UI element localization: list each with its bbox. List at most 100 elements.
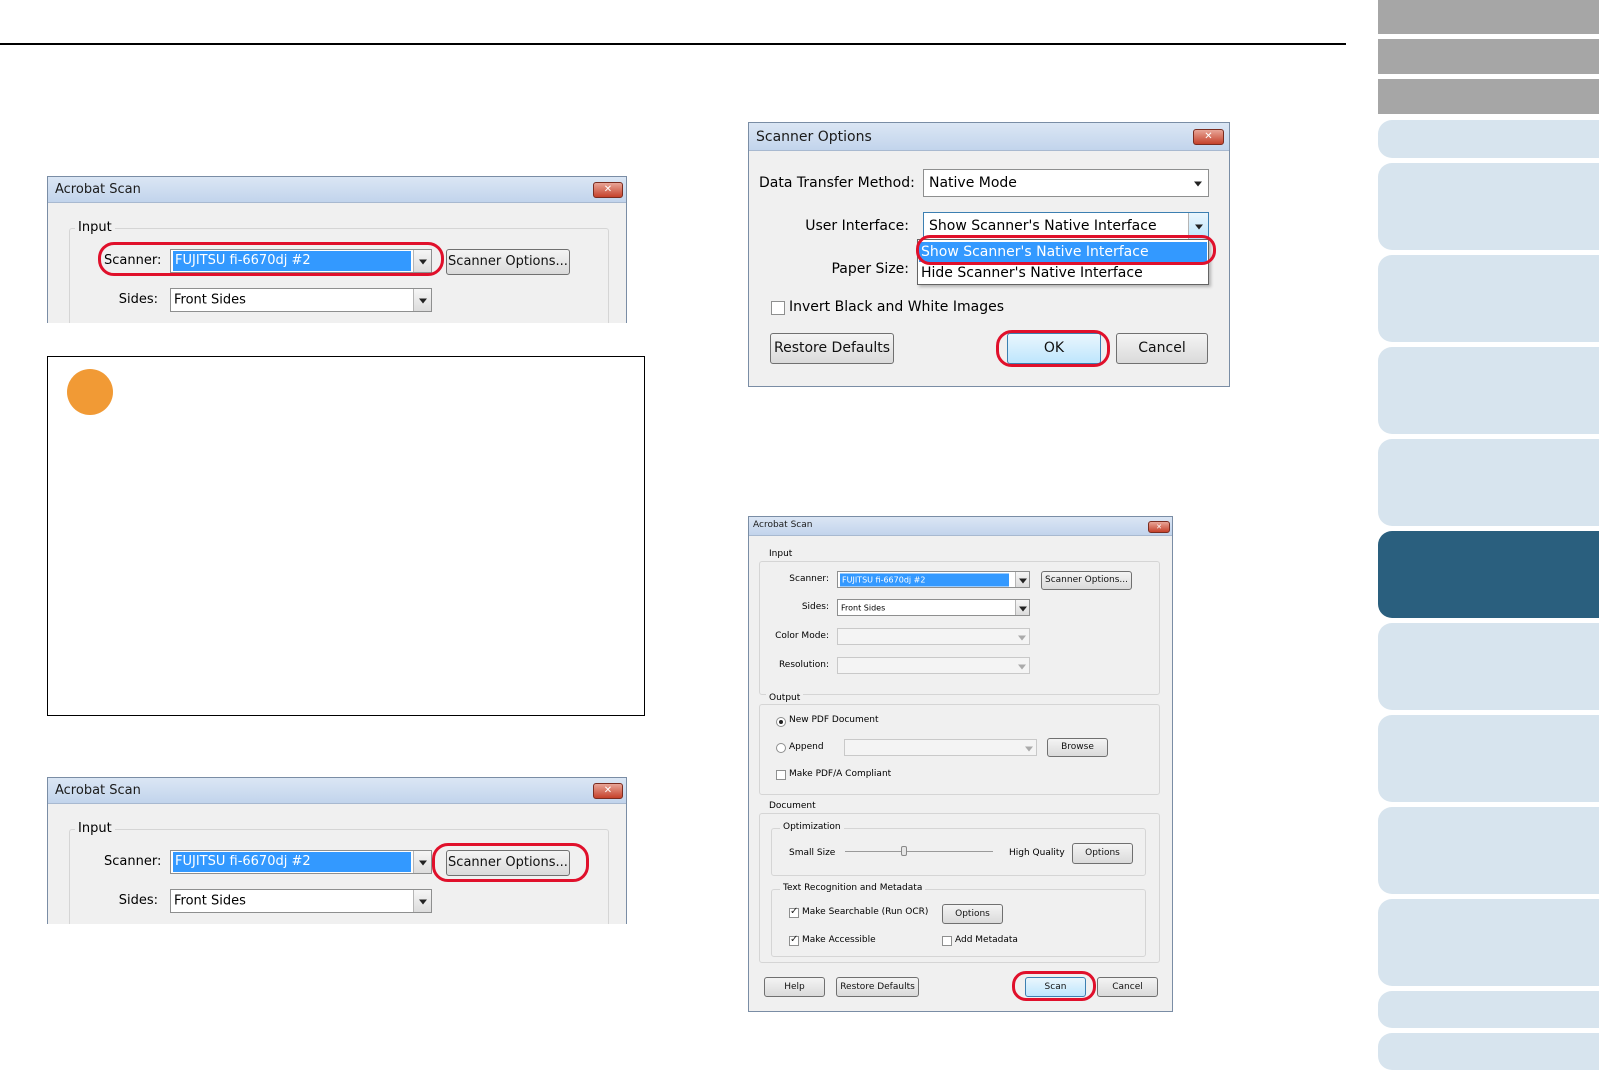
nav-tab-3[interactable]	[1378, 255, 1599, 342]
chevron-down-icon[interactable]	[1015, 572, 1029, 587]
dialog-title: Scanner Options	[756, 129, 872, 145]
nav-tab-2[interactable]	[1378, 163, 1599, 250]
chevron-down-icon	[1022, 740, 1036, 755]
nav-tab-11[interactable]	[1378, 991, 1599, 1028]
nav-tab-active[interactable]	[1378, 531, 1599, 618]
scanner-options-button[interactable]: Scanner Options...	[446, 249, 570, 275]
dialog-title: Acrobat Scan	[753, 520, 813, 530]
note-box	[47, 356, 645, 716]
pdfa-checkbox[interactable]	[776, 770, 786, 780]
cancel-button[interactable]: Cancel	[1097, 977, 1158, 997]
scanner-options-button[interactable]: Scanner Options...	[446, 850, 570, 876]
scanner-label: Scanner:	[104, 253, 162, 268]
nav-tab-gray-1[interactable]	[1378, 0, 1599, 34]
header-rule	[0, 43, 1346, 45]
scanner-value: FUJITSU fi-6670dj #2	[173, 852, 411, 872]
chevron-down-icon[interactable]	[1015, 600, 1029, 615]
optimization-options-button[interactable]: Options	[1072, 843, 1133, 864]
dialog-titlebar: Acrobat Scan ✕	[48, 177, 626, 203]
sides-value: Front Sides	[174, 292, 246, 308]
attention-icon	[67, 369, 113, 415]
close-icon[interactable]: ✕	[1193, 129, 1224, 145]
data-transfer-value: Native Mode	[929, 175, 1017, 191]
data-transfer-select[interactable]: Native Mode	[923, 169, 1209, 197]
chevron-down-icon[interactable]	[1188, 170, 1208, 196]
scanner-label: Scanner:	[104, 854, 162, 869]
dialog-titlebar: Acrobat Scan ✕	[48, 778, 626, 804]
nav-tab-10[interactable]	[1378, 899, 1599, 986]
optimization-slider-track[interactable]	[845, 851, 993, 852]
dialog-titlebar: Acrobat Scan ✕	[749, 517, 1172, 536]
new-pdf-radio[interactable]	[776, 717, 786, 727]
sides-label: Sides:	[118, 893, 158, 908]
dialog-title: Acrobat Scan	[55, 783, 141, 798]
scan-button[interactable]: Scan	[1025, 977, 1086, 997]
resolution-label: Resolution:	[778, 660, 829, 670]
pdfa-label: Make PDF/A Compliant	[789, 769, 892, 779]
optimization-group-label: Optimization	[780, 822, 844, 832]
acrobat-scan-dialog-2: Acrobat Scan ✕ Input Scanner: FUJITSU fi…	[47, 777, 627, 924]
help-button[interactable]: Help	[764, 977, 825, 997]
close-icon[interactable]: ✕	[593, 182, 623, 198]
chevron-down-icon[interactable]	[413, 289, 431, 311]
dropdown-option-hide[interactable]: Hide Scanner's Native Interface	[919, 263, 1207, 283]
optimization-slider-thumb[interactable]	[901, 846, 907, 856]
make-searchable-checkbox[interactable]	[789, 906, 799, 918]
restore-defaults-button[interactable]: Restore Defaults	[836, 977, 919, 997]
sides-label: Sides:	[801, 602, 829, 612]
scanner-value: FUJITSU fi-6670dj #2	[173, 251, 411, 271]
color-mode-label: Color Mode:	[775, 631, 829, 641]
sides-select[interactable]: Front Sides	[170, 889, 432, 913]
cancel-button[interactable]: Cancel	[1116, 333, 1208, 364]
close-icon[interactable]: ✕	[1148, 521, 1170, 533]
ocr-options-button[interactable]: Options	[942, 904, 1003, 924]
add-metadata-checkbox[interactable]	[942, 936, 952, 946]
user-interface-label: User Interface:	[805, 218, 909, 234]
scanner-select[interactable]: FUJITSU fi-6670dj #2	[170, 249, 432, 273]
chevron-down-icon[interactable]	[1188, 213, 1208, 239]
scanner-options-button[interactable]: Scanner Options...	[1041, 571, 1132, 590]
nav-tab-9[interactable]	[1378, 807, 1599, 894]
new-pdf-label: New PDF Document	[789, 715, 879, 725]
chevron-down-icon[interactable]	[413, 890, 431, 912]
scanner-label: Scanner:	[789, 574, 829, 584]
make-searchable-label: Make Searchable (Run OCR)	[802, 907, 929, 917]
append-select[interactable]	[844, 739, 1037, 756]
nav-tab-4[interactable]	[1378, 347, 1599, 434]
high-quality-label: High Quality	[1009, 848, 1065, 858]
user-interface-value: Show Scanner's Native Interface	[929, 218, 1157, 234]
make-accessible-label: Make Accessible	[802, 935, 876, 945]
nav-tab-7[interactable]	[1378, 623, 1599, 710]
small-size-label: Small Size	[789, 848, 836, 858]
close-icon[interactable]: ✕	[593, 783, 623, 799]
user-interface-select[interactable]: Show Scanner's Native Interface	[923, 212, 1209, 240]
input-group-label: Input	[75, 220, 115, 235]
nav-tab-8[interactable]	[1378, 715, 1599, 802]
sides-select[interactable]: Front Sides	[837, 599, 1030, 616]
browse-button[interactable]: Browse	[1047, 738, 1108, 757]
resolution-select[interactable]	[837, 657, 1030, 674]
scanner-select[interactable]: FUJITSU fi-6670dj #2	[170, 850, 432, 874]
ok-button[interactable]: OK	[1007, 333, 1101, 364]
chevron-down-icon[interactable]	[413, 250, 431, 272]
paper-size-label: Paper Size:	[831, 261, 909, 277]
append-radio[interactable]	[776, 743, 786, 753]
chevron-down-icon[interactable]	[413, 851, 431, 873]
chevron-down-icon	[1015, 658, 1029, 673]
sides-value: Front Sides	[841, 603, 886, 612]
restore-defaults-button[interactable]: Restore Defaults	[770, 333, 894, 364]
dropdown-option-show[interactable]: Show Scanner's Native Interface	[919, 242, 1207, 262]
user-interface-dropdown: Show Scanner's Native Interface Hide Sca…	[917, 239, 1209, 285]
scanner-select[interactable]: FUJITSU fi-6670dj #2	[837, 571, 1030, 588]
nav-tab-5[interactable]	[1378, 439, 1599, 526]
make-accessible-checkbox[interactable]	[789, 934, 799, 946]
nav-tab-gray-2[interactable]	[1378, 39, 1599, 74]
nav-tab-1[interactable]	[1378, 120, 1599, 158]
sides-select[interactable]: Front Sides	[170, 288, 432, 312]
acrobat-scan-full-dialog: Acrobat Scan ✕ Input Scanner: FUJITSU fi…	[748, 516, 1173, 1012]
color-mode-select[interactable]	[837, 628, 1030, 645]
nav-tab-gray-3[interactable]	[1378, 79, 1599, 114]
nav-tab-12[interactable]	[1378, 1033, 1599, 1070]
chevron-down-icon	[1015, 629, 1029, 644]
invert-checkbox[interactable]	[771, 301, 785, 315]
